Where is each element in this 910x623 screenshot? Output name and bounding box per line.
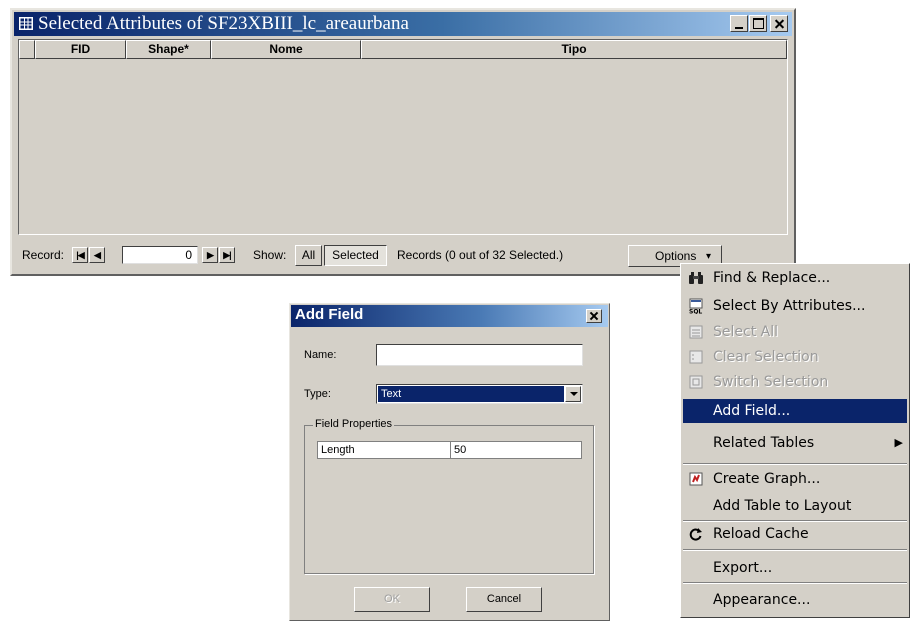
menu-item-select-all: Select All (683, 320, 907, 344)
property-row[interactable]: Length 50 (317, 441, 582, 459)
menu-item-clear-selection: Clear Selection (683, 345, 907, 369)
add-field-dialog: Add Field Name: Type: Text Field Propert… (289, 303, 610, 621)
column-header-shape[interactable]: Shape* (126, 40, 211, 59)
options-menu: Find & Replace... SQL Select By Attribut… (680, 263, 910, 618)
previous-record-button[interactable]: ◀ (89, 247, 105, 263)
column-header-fid[interactable]: FID (35, 40, 126, 59)
menu-item-add-field[interactable]: Add Field... (683, 399, 907, 423)
chevron-down-icon[interactable] (565, 386, 581, 402)
menu-separator (683, 463, 907, 465)
menu-item-select-by-attributes[interactable]: SQL Select By Attributes... (683, 294, 907, 318)
menu-item-reload-cache[interactable]: Reload Cache (683, 522, 907, 546)
show-all-button[interactable]: All (295, 245, 322, 266)
table-icon (19, 17, 33, 30)
binoculars-icon (689, 272, 703, 284)
menu-item-label: Reload Cache (713, 526, 809, 542)
cancel-button[interactable]: Cancel (466, 587, 542, 612)
svg-text:SQL: SQL (689, 309, 702, 315)
menu-item-label: Add Field... (713, 403, 791, 419)
table-header-row: FID Shape* Nome Tipo (19, 40, 787, 59)
show-label: Show: (253, 248, 287, 262)
reload-icon (689, 528, 702, 541)
menu-item-label: Related Tables (713, 435, 815, 451)
submenu-arrow-icon: ▶ (894, 436, 903, 449)
menu-item-label: Create Graph... (713, 471, 821, 487)
records-status: Records (0 out of 32 Selected.) (397, 248, 564, 262)
menu-item-label: Clear Selection (713, 349, 819, 365)
add-field-titlebar[interactable]: Add Field (291, 305, 608, 327)
menu-item-related-tables[interactable]: Related Tables ▶ (683, 431, 907, 455)
clear-selection-icon (689, 350, 703, 364)
menu-item-find-replace[interactable]: Find & Replace... (683, 266, 907, 290)
menu-item-label: Select All (713, 324, 778, 340)
type-select[interactable]: Text (376, 384, 583, 404)
select-all-icon (689, 325, 703, 339)
attribute-table[interactable]: FID Shape* Nome Tipo (18, 39, 788, 235)
property-key: Length (318, 442, 451, 458)
name-input[interactable] (376, 344, 583, 366)
dialog-close-button[interactable] (586, 309, 602, 323)
window-title: Selected Attributes of SF23XBIII_lc_area… (38, 13, 409, 34)
menu-item-label: Find & Replace... (713, 270, 831, 286)
property-value[interactable]: 50 (451, 442, 466, 458)
record-number-input[interactable]: 0 (122, 246, 198, 264)
type-label: Type: (304, 388, 331, 400)
next-record-button[interactable]: ▶ (202, 247, 218, 263)
column-header-tipo[interactable]: Tipo (361, 40, 787, 59)
menu-item-label: Export... (713, 560, 773, 576)
menu-item-create-graph[interactable]: Create Graph... (683, 467, 907, 491)
menu-item-switch-selection: Switch Selection (683, 370, 907, 394)
menu-item-label: Add Table to Layout (713, 498, 852, 514)
ok-button[interactable]: OK (354, 587, 430, 612)
record-label: Record: (22, 248, 65, 262)
type-selected-value: Text (378, 386, 564, 402)
maximize-button[interactable] (749, 15, 767, 32)
row-selector-header[interactable] (19, 40, 35, 59)
sql-icon: SQL (689, 298, 703, 315)
menu-item-label: Switch Selection (713, 374, 829, 390)
name-label: Name: (304, 349, 337, 361)
graph-icon (689, 472, 703, 486)
attributes-window: Selected Attributes of SF23XBIII_lc_area… (10, 8, 796, 276)
show-selected-button[interactable]: Selected (324, 245, 387, 266)
menu-separator (683, 549, 907, 551)
menu-separator (683, 582, 907, 584)
menu-item-export[interactable]: Export... (683, 556, 907, 580)
column-header-nome[interactable]: Nome (211, 40, 361, 59)
last-record-button[interactable]: ▶| (219, 247, 235, 263)
attributes-window-titlebar[interactable]: Selected Attributes of SF23XBIII_lc_area… (14, 12, 792, 36)
field-properties-label: Field Properties (313, 418, 395, 430)
menu-item-appearance[interactable]: Appearance... (683, 588, 907, 612)
close-button[interactable] (770, 15, 788, 32)
menu-item-add-table-to-layout[interactable]: Add Table to Layout (683, 494, 907, 518)
field-properties-group: Field Properties Length 50 (304, 418, 594, 574)
options-label: Options (655, 249, 697, 263)
record-navigation-bar: Record: |◀ ◀ 0 ▶ ▶| Show: All Selected R… (18, 243, 788, 267)
menu-item-label: Select By Attributes... (713, 298, 866, 314)
menu-item-label: Appearance... (713, 592, 811, 608)
first-record-button[interactable]: |◀ (72, 247, 88, 263)
switch-selection-icon (689, 375, 703, 389)
dialog-title: Add Field (295, 306, 364, 323)
minimize-button[interactable] (730, 15, 748, 32)
